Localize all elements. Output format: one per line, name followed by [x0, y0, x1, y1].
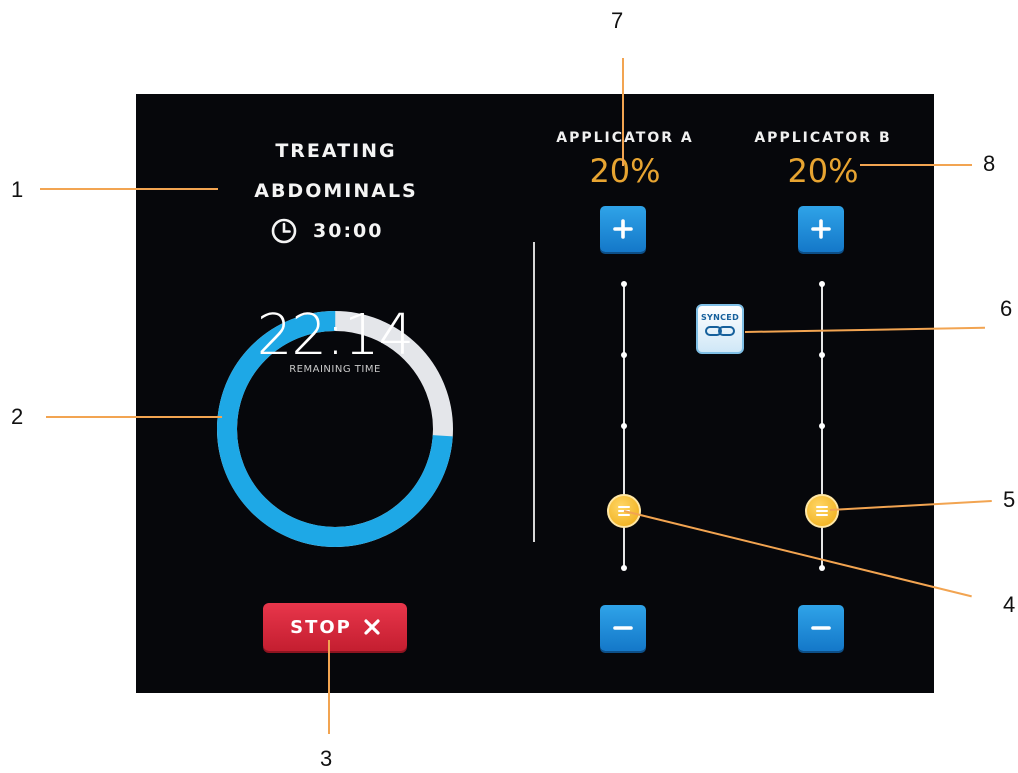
- applicator-b-percent: 20%: [787, 152, 859, 190]
- treatment-duration: 30:00: [271, 218, 383, 244]
- link-icon: [705, 326, 735, 336]
- timer-display: 22:14 REMAINING TIME: [215, 303, 455, 376]
- device-screen: TREATING ABDOMINALS 30:00 22:14 REMAININ…: [136, 94, 934, 693]
- applicator-b-slider-handle[interactable]: [805, 494, 839, 529]
- callout-leader-7: [622, 58, 624, 166]
- callout-leader-8: [860, 164, 972, 166]
- slider-tick: [621, 352, 627, 358]
- callout-1: 1: [11, 177, 24, 202]
- slider-tick: [819, 352, 825, 358]
- slider-tick: [621, 281, 627, 287]
- plus-icon: [811, 219, 831, 239]
- slider-tick: [819, 423, 825, 429]
- slider-tick: [819, 565, 825, 571]
- remaining-time-label: REMAINING TIME: [289, 364, 381, 375]
- close-icon: [364, 619, 380, 635]
- callout-8: 8: [983, 151, 996, 176]
- applicator-a-increase-button[interactable]: [600, 206, 646, 252]
- synced-toggle[interactable]: SYNCED: [696, 304, 744, 354]
- slider-tick: [819, 281, 825, 287]
- callout-leader-1: [40, 188, 218, 190]
- applicator-b-title: APPLICATOR B: [754, 130, 892, 146]
- panel-divider: [533, 242, 535, 542]
- treatment-title-line1: TREATING: [275, 140, 397, 162]
- slider-tick: [621, 423, 627, 429]
- callout-leader-2: [46, 416, 222, 418]
- applicator-a-decrease-button[interactable]: [600, 605, 646, 651]
- slider-tick: [621, 565, 627, 571]
- applicator-b-increase-button[interactable]: [798, 206, 844, 252]
- synced-label: SYNCED: [700, 313, 740, 322]
- callout-leader-3: [328, 640, 330, 734]
- applicator-a-percent: 20%: [589, 152, 661, 190]
- minus-icon: [613, 626, 633, 630]
- callout-6: 6: [1000, 296, 1013, 321]
- stop-button[interactable]: STOP: [263, 603, 407, 651]
- applicator-a-title: APPLICATOR A: [556, 130, 694, 146]
- remaining-time-value: 22:14: [256, 303, 414, 368]
- duration-value: 30:00: [313, 220, 384, 242]
- plus-icon: [613, 219, 633, 239]
- callout-2: 2: [11, 404, 24, 429]
- treatment-title-line2: ABDOMINALS: [254, 180, 418, 202]
- callout-4: 4: [1003, 592, 1016, 617]
- applicator-b-decrease-button[interactable]: [798, 605, 844, 651]
- callout-3: 3: [320, 746, 333, 771]
- callout-7: 7: [611, 8, 624, 33]
- clock-icon: [271, 218, 297, 244]
- callout-5: 5: [1003, 487, 1016, 512]
- stop-button-label: STOP: [290, 616, 352, 638]
- minus-icon: [811, 626, 831, 630]
